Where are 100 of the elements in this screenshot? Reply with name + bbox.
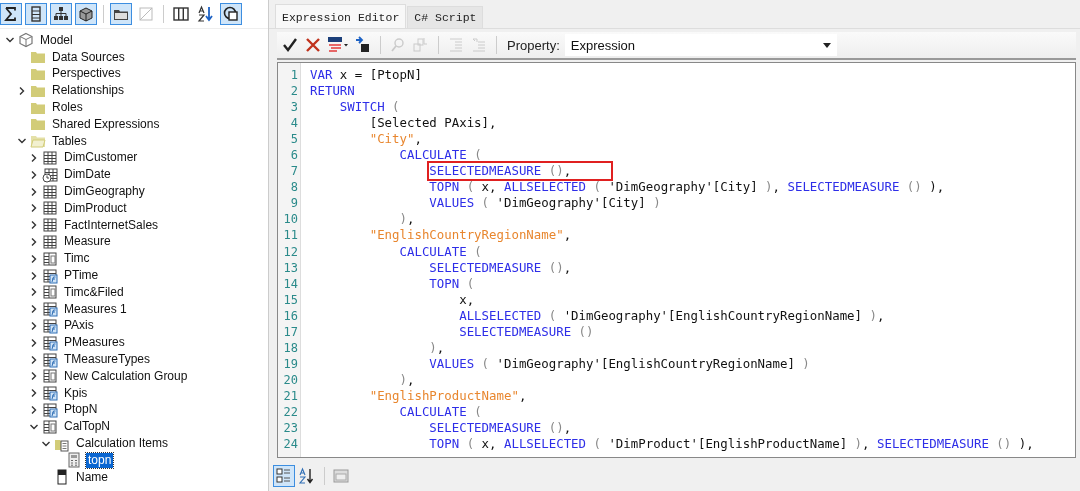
tree-item[interactable]: PtopN [62,402,100,418]
table-icon [42,200,58,217]
line-number: 12 [282,243,299,260]
caret-icon [822,42,831,48]
column-icon[interactable] [25,3,47,25]
function-table-icon [42,334,58,351]
table-icon [42,233,58,250]
code-line: VALUES ( 'DimGeography'[City] ) [429,195,661,212]
code-line: TOPN ( x, ALLSELECTED ( 'DimGeography'[City] ), SELECTEDMEASURE () ), [429,179,945,196]
format-icon[interactable] [327,36,349,54]
line-number: 23 [282,420,299,437]
code-line: [Selected PAxis], [369,115,497,132]
column-icon [54,469,70,486]
code-line: ), [429,339,445,356]
code-editor[interactable] [277,62,1076,458]
tree-item[interactable]: Relationships [50,83,127,99]
line-number: 15 [282,291,299,308]
table-icon [42,183,58,200]
tree-item[interactable]: Shared Expressions [50,116,162,132]
folder-icon [30,49,46,66]
line-number: 22 [282,404,299,421]
tree-item[interactable]: DimGeography [62,184,147,200]
arrow-into-box-icon[interactable] [354,36,372,54]
code-line: "City", [369,131,422,148]
tree-item[interactable]: Calculation Items [74,436,171,451]
function-table-icon [42,267,58,284]
line-number: 24 [282,436,299,453]
line-number: 3 [289,99,299,116]
line-number: 20 [282,371,299,388]
code-line: SELECTEDMEASURE () [459,323,594,340]
function-table-icon [42,401,58,418]
property-dropdown[interactable]: Expression [564,34,837,56]
tree-item[interactable]: CalTopN [62,419,113,435]
line-number: 6 [289,147,299,164]
code-line: CALCULATE ( [399,404,482,421]
code-line: "EnglishCountryRegionName", [369,227,572,244]
line-number: 17 [282,323,299,340]
check-icon[interactable] [281,36,299,54]
line-number: 21 [282,387,299,404]
tree-item[interactable]: Roles [50,100,85,116]
tree-item[interactable]: Model [38,32,75,48]
code-line: CALCULATE ( [399,243,482,260]
folder-icon[interactable] [110,3,132,25]
code-line: RETURN [310,83,355,100]
tree-item[interactable]: PMeasures [62,335,127,351]
hierarchy-icon[interactable] [50,3,72,25]
calculator-icon [66,452,82,469]
tree-item[interactable]: Kpis [62,385,90,401]
line-number: 10 [282,211,299,228]
tree-item[interactable]: DimDate [62,167,113,183]
tree-item[interactable]: DimProduct [62,200,129,216]
line-number: 7 [289,163,299,180]
line-number: 16 [282,307,299,324]
tree-item[interactable]: FactInternetSales [62,217,161,233]
code-line: VALUES ( 'DimGeography'[EnglishCountryRegionName] ) [429,355,810,372]
open-folder-icon [30,133,46,150]
code-line: ), [399,211,415,228]
calculated-table-icon [42,368,58,385]
cube-icon[interactable] [75,3,97,25]
tree-item[interactable]: New Calculation Group [62,368,190,384]
line-number: 13 [282,259,299,276]
calendar-table-icon [42,166,58,183]
code-line: SELECTEDMEASURE (), [429,420,572,437]
line-number: 8 [289,179,299,196]
tree-item[interactable]: Data Sources [50,49,127,65]
tree-item[interactable]: DimCustomer [62,150,140,166]
line-number: 5 [289,131,299,148]
line-number: 9 [289,195,299,212]
code-line: TOPN ( x, ALLSELECTED ( 'DimProduct'[EnglishProductName] ), SELECTEDMEASURE () ), [429,436,1034,453]
function-table-icon [42,351,58,368]
sigma-icon[interactable] [0,3,22,25]
tree-item[interactable]: Perspectives [50,66,123,82]
tab[interactable]: Expression Editor [275,4,407,28]
tree-item[interactable]: TMeasureTypes [62,352,153,368]
function-table-icon [42,317,58,334]
tab[interactable]: C# Script [407,6,484,28]
categorized-icon[interactable] [273,465,295,487]
code-line: "EnglishProductName", [369,387,527,404]
function-table-icon [42,385,58,402]
calculated-table-icon [42,418,58,435]
code-line: SELECTEDMEASURE (), [429,163,612,180]
folder-icon [30,66,46,82]
code-line: x, [459,291,475,308]
line-number: 19 [282,355,299,372]
tree-item[interactable]: Tables [50,133,89,149]
folder-icon [30,116,46,133]
overlap-icon[interactable] [220,3,242,25]
tree-item[interactable]: Measure [62,234,113,250]
tree-item[interactable]: Timc [62,251,92,267]
tree-item[interactable]: topn [86,452,114,468]
function-table-icon [42,301,58,318]
tree-item[interactable]: Name [74,469,110,485]
close-icon[interactable] [304,36,322,54]
calculated-table-icon [42,250,58,267]
tree-item[interactable]: Timc&Filed [62,284,126,300]
tree-item[interactable]: Measures 1 [62,301,129,317]
code-line: TOPN ( [429,275,475,292]
table-icon [42,149,58,166]
tree-item[interactable]: PTime [62,268,101,284]
tree-item[interactable]: PAxis [62,318,96,334]
